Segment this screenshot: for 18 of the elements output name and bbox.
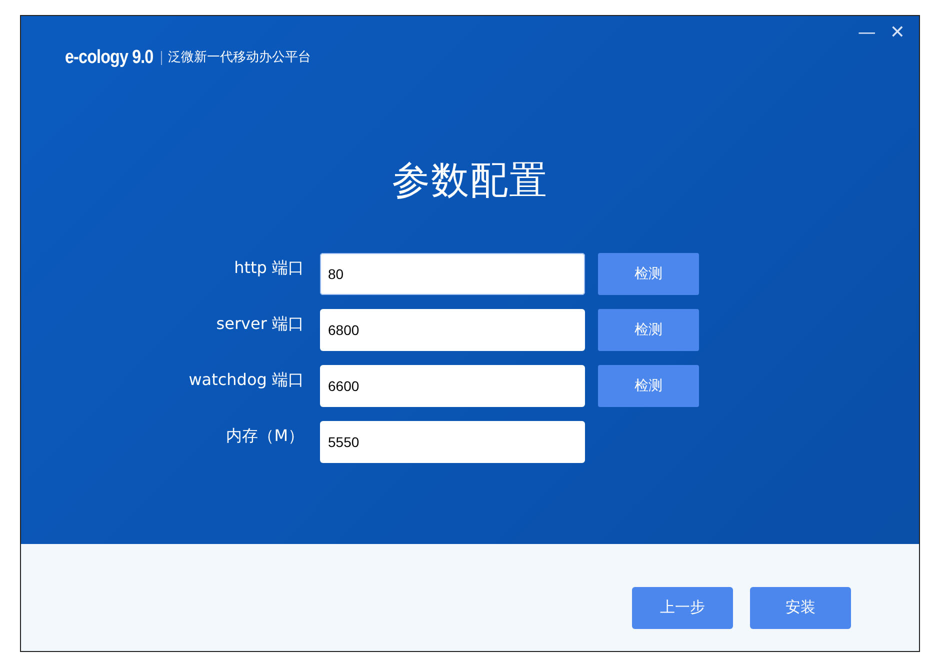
input-field[interactable]: 6800 — [320, 309, 585, 351]
field-label: 内存（M） — [225, 425, 305, 447]
check-button[interactable]: 检测 — [598, 309, 699, 351]
minimize-button[interactable]: — — [858, 24, 876, 42]
input-field[interactable]: 80 — [320, 253, 585, 295]
input-field[interactable]: 5550 — [320, 421, 585, 463]
install-button[interactable]: 安装 — [750, 586, 851, 628]
subtitle: 泛微新一代移动办公平台 — [168, 49, 311, 68]
page-title: 参数配置 — [391, 157, 549, 204]
field-label: server 端口 — [215, 313, 305, 335]
close-button[interactable]: ✕ — [890, 24, 905, 42]
back-button[interactable]: 上一步 — [632, 586, 733, 628]
check-button[interactable]: 检测 — [598, 365, 699, 407]
logo: e-cology 9.0 — [65, 46, 154, 70]
field-label: http 端口 — [233, 257, 305, 279]
field-label: watchdog 端口 — [188, 369, 305, 391]
input-field[interactable]: 6600 — [320, 365, 585, 407]
check-button[interactable]: 检测 — [598, 253, 699, 295]
